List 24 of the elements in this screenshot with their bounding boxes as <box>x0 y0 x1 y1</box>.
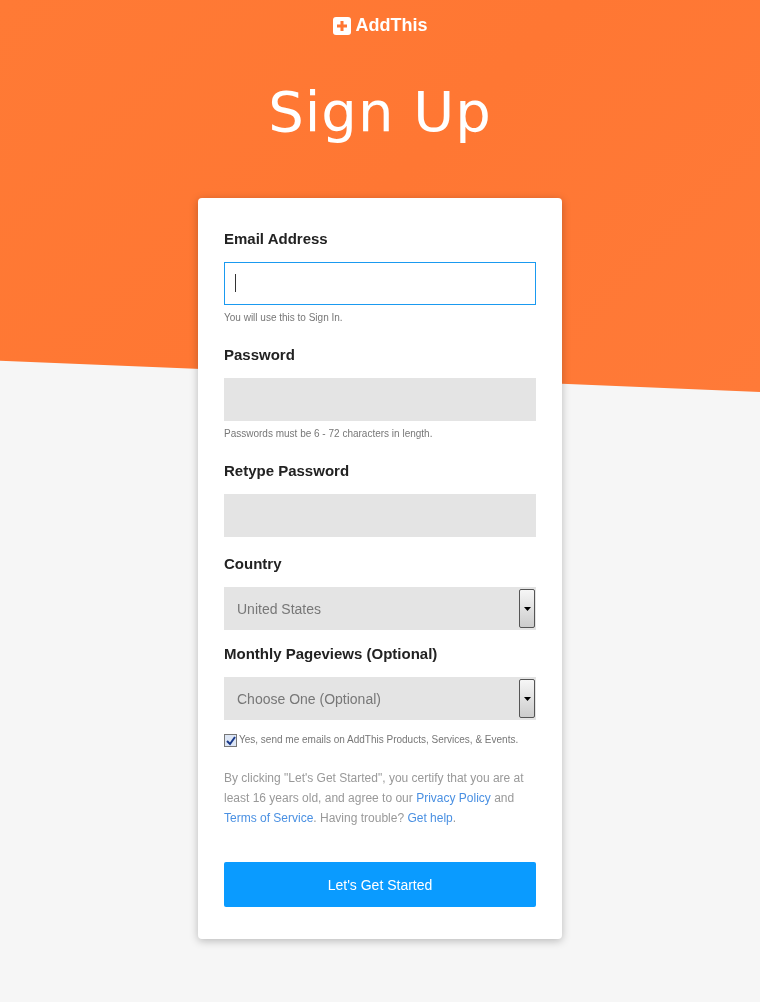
field-label: Password <box>224 346 296 363</box>
caret-icon <box>523 696 531 701</box>
logo-text: AddThis <box>355 15 428 36</box>
dropdown[interactable]: United States <box>224 587 536 630</box>
field-label: Retype Password <box>224 462 351 479</box>
checkbox[interactable] <box>224 734 237 747</box>
input-field[interactable] <box>224 378 536 421</box>
hint-text: Passwords must be 6 - 72 characters in length. <box>224 428 434 439</box>
field-label: Monthly Pageviews (Optional) <box>224 645 439 662</box>
page-title: Sign Up <box>268 80 492 144</box>
hint-text: You will use this to Sign In. <box>224 312 344 323</box>
checkbox-label: Yes, send me emails on AddThis Products, Services, & Events. <box>239 733 519 747</box>
dropdown[interactable]: Choose One (Optional) <box>224 677 536 720</box>
input-field[interactable] <box>224 494 536 537</box>
dropdown-button[interactable] <box>519 589 535 628</box>
caret-icon <box>523 606 531 611</box>
terms-text: By clicking "Let's Get Started", you certify that you are at least 16 years old, and agree to our Privacy Policy and Terms of Service. Having trouble? Get help. <box>224 770 525 827</box>
field-label: Country <box>224 555 283 572</box>
link[interactable]: Privacy Policy <box>416 791 491 805</box>
input-field[interactable] <box>224 262 536 305</box>
dropdown-button[interactable] <box>519 679 535 718</box>
submit-button[interactable]: Let's Get Started <box>224 862 536 907</box>
field-label: Email Address <box>224 230 329 247</box>
link[interactable]: Get help <box>407 811 453 825</box>
